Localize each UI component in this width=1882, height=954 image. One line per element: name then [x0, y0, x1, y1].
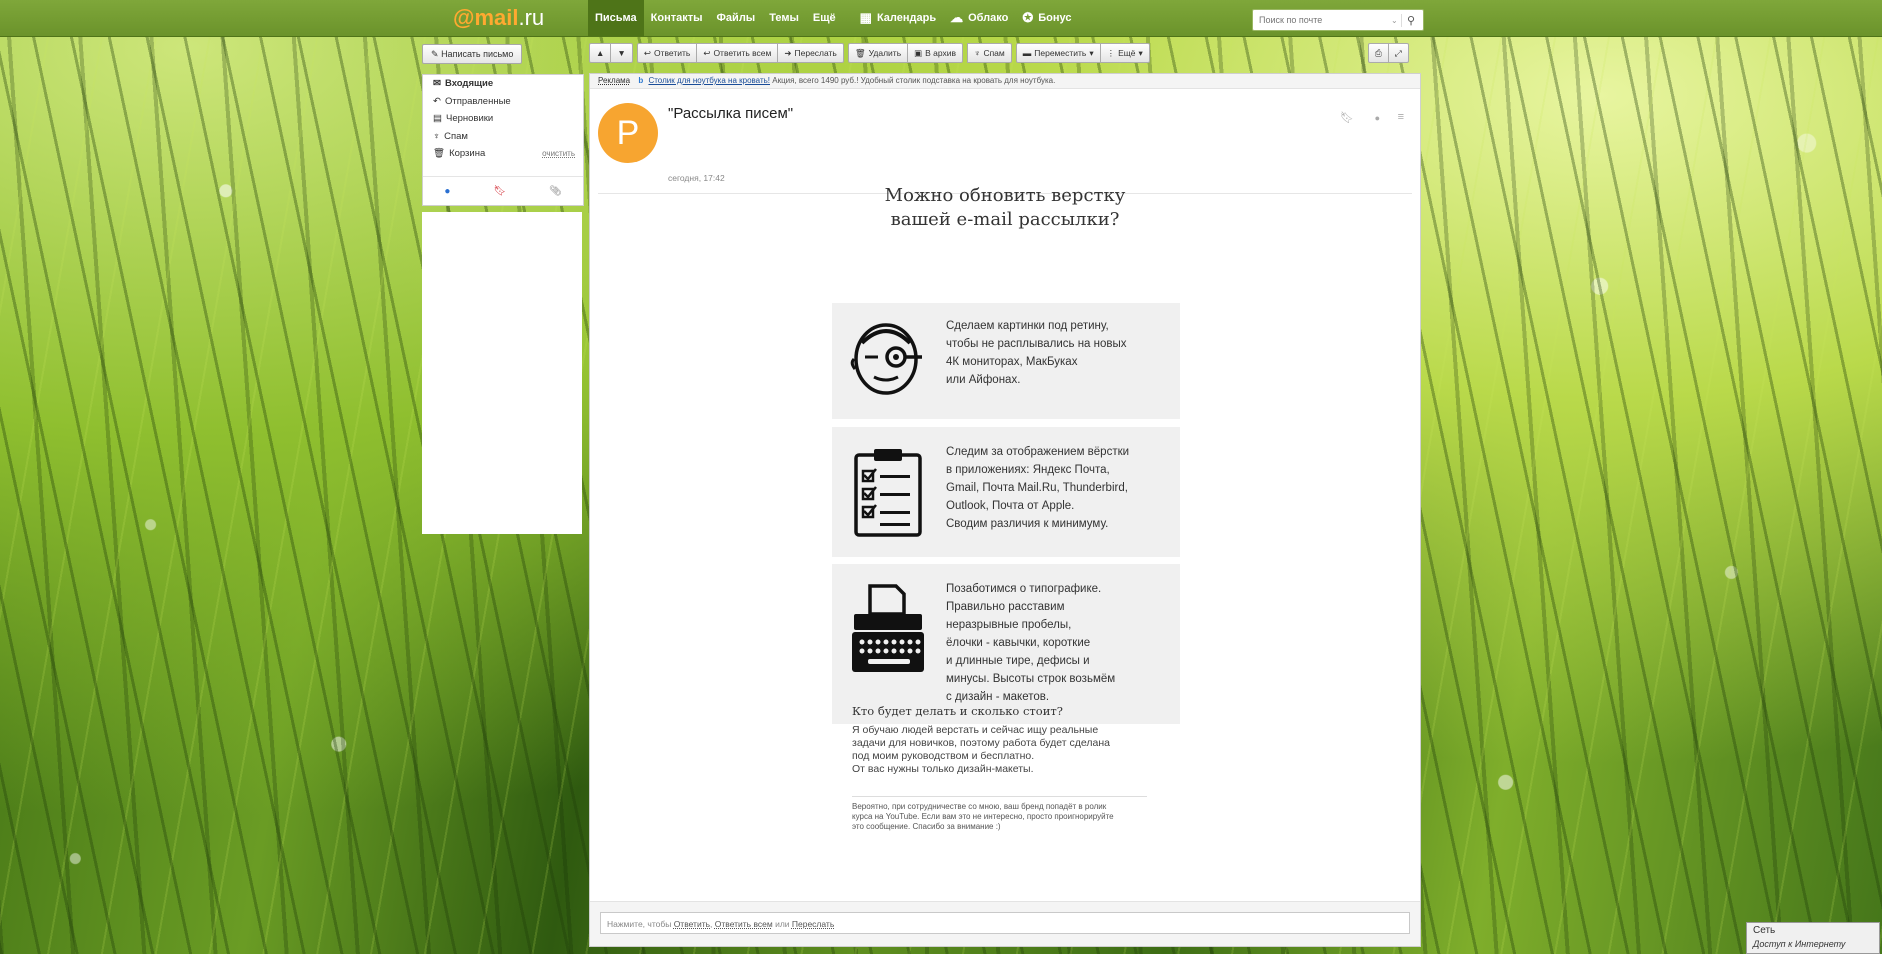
move-button[interactable]: ▬ Переместить ▾	[1015, 43, 1101, 63]
unread-filter-icon[interactable]: ●	[444, 186, 450, 197]
folder-inbox[interactable]: ✉ Входящие	[423, 75, 583, 93]
card-text-typography: Позаботимся о типографике. Правильно рас…	[946, 583, 1116, 703]
nav-contacts[interactable]: Контакты	[644, 0, 710, 36]
nav-more[interactable]: Ещё	[806, 0, 843, 36]
cloud-icon: ☁	[950, 10, 964, 25]
bonus-icon: ✪	[1022, 10, 1034, 25]
print-icon: ⎙	[1375, 48, 1382, 58]
forward-icon: ➜	[784, 48, 792, 58]
folder-filters: ● 🔖︎ 📎︎	[423, 176, 583, 205]
feature-card-retina: Сделаем картинки под ретину, чтобы не ра…	[832, 303, 1180, 419]
email-headline: Можно обновить верстку вашей e-mail расс…	[884, 185, 1126, 230]
chevron-down-icon: ▾	[1089, 48, 1094, 58]
card-text-retina: Сделаем картинки под ретину, чтобы не ра…	[946, 320, 1127, 386]
network-label: Сеть	[1753, 925, 1776, 936]
cost-question: Кто будет делать и сколько стоит?	[852, 704, 1063, 718]
inbox-icon: ✉	[433, 78, 441, 89]
message-toolbar: ▲ ▼ ↩ Ответить ↩ Ответить всем ➜ Переслать …	[589, 43, 1419, 63]
next-message-button[interactable]: ▼	[610, 43, 633, 63]
nav-mail[interactable]: Письма	[588, 0, 644, 36]
quick-forward-link[interactable]: Переслать	[792, 919, 834, 929]
trash-icon: 🗑	[433, 148, 446, 159]
sidebar-ad-banner[interactable]	[422, 212, 582, 534]
forward-button[interactable]: ➜ Переслать	[777, 43, 844, 63]
typewriter-icon	[852, 584, 924, 672]
arrow-down-icon: ▼	[617, 48, 626, 58]
feature-card-clients: Следим за отображением вёрстки в приложе…	[832, 427, 1180, 557]
reply-button[interactable]: ↩ Ответить	[636, 43, 698, 63]
spam-button[interactable]: ♆ Спам	[967, 43, 1012, 63]
chevron-down-icon: ▾	[1138, 48, 1143, 58]
nav-cloud[interactable]: ☁ Облако	[943, 0, 1015, 36]
divider	[852, 796, 1147, 797]
nav-calendar[interactable]: ▦ Календарь	[853, 0, 943, 36]
checklist-icon	[854, 449, 922, 537]
network-status: Доступ к Интернету	[1753, 939, 1846, 949]
search-options-icon[interactable]: ⌄	[1391, 16, 1401, 25]
quick-reply-link[interactable]: Ответить	[674, 919, 710, 929]
folder-icon: ▬	[1022, 48, 1032, 58]
empty-trash-link[interactable]: очистить	[542, 145, 575, 163]
message-body: Можно обновить верстку вашей e-mail расс…	[590, 74, 1420, 831]
reply-icon: ↩	[643, 48, 651, 58]
nav-files[interactable]: Файлы	[710, 0, 763, 36]
archive-button[interactable]: ▣ В архив	[907, 43, 964, 63]
winking-face-icon	[850, 323, 922, 395]
compose-button[interactable]: ✎ Написать письмо	[422, 44, 523, 64]
archive-icon: ▣	[914, 48, 923, 58]
mailru-logo[interactable]: @mail.ru	[453, 5, 544, 31]
pencil-icon: ✎	[431, 49, 439, 59]
quick-reply-input[interactable]: Нажмите, чтобы Ответить, Ответить всем и…	[600, 912, 1410, 934]
toolbar-right: ⎙ ⤢	[1368, 43, 1409, 63]
print-button[interactable]: ⎙	[1368, 43, 1389, 63]
more-icon: ⋮	[1106, 48, 1116, 58]
card-text-clients: Следим за отображением вёрстки в приложе…	[946, 446, 1130, 530]
more-button[interactable]: ⋮ Ещё ▾	[1099, 43, 1150, 63]
folder-sent[interactable]: ↶ Отправленные	[423, 93, 583, 111]
folder-drafts[interactable]: ▤ Черновики	[423, 110, 583, 128]
prev-message-button[interactable]: ▲	[589, 43, 612, 63]
flagged-filter-icon[interactable]: 🔖︎	[493, 186, 506, 197]
main-nav: Письма Контакты Файлы Темы Ещё ▦ Календар…	[588, 0, 1079, 36]
sent-icon: ↶	[433, 95, 441, 107]
top-bar: @mail.ru Письма Контакты Файлы Темы Ещё …	[0, 0, 1882, 37]
arrow-up-icon: ▲	[596, 48, 605, 58]
folder-spam[interactable]: ♆ Спам	[423, 128, 583, 146]
drafts-icon: ▤	[433, 113, 442, 124]
quick-reply-bar: Нажмите, чтобы Ответить, Ответить всем и…	[590, 901, 1420, 946]
delete-button[interactable]: 🗑︎ Удалить	[847, 43, 909, 63]
feature-card-typography: Позаботимся о типографике. Правильно рас…	[832, 564, 1180, 724]
footer-note: Вероятно, при сотрудничестве со мною, ва…	[852, 802, 1114, 831]
search-box: ⌄ ⚲	[1252, 9, 1424, 31]
network-tray-popup[interactable]: Сеть Доступ к Интернету	[1746, 922, 1880, 954]
trash-icon: 🗑︎	[854, 48, 866, 58]
nav-bonus[interactable]: ✪ Бонус	[1015, 0, 1078, 36]
spam-icon: ♆	[974, 48, 981, 58]
cost-answer: Я обучаю людей верстать и сейчас ищу реа…	[852, 724, 1110, 775]
search-icon[interactable]: ⚲	[1401, 13, 1420, 27]
nav-themes[interactable]: Темы	[762, 0, 806, 36]
reply-all-button[interactable]: ↩ Ответить всем	[696, 43, 779, 63]
folder-trash[interactable]: 🗑 Корзина очистить	[423, 145, 583, 163]
spam-icon: ♆	[433, 130, 441, 142]
reply-all-icon: ↩	[703, 48, 711, 58]
search-input[interactable]	[1253, 14, 1391, 26]
expand-icon: ⤢	[1394, 48, 1402, 58]
quick-reply-all-link[interactable]: Ответить всем	[715, 919, 773, 929]
folder-list: ✉ Входящие ↶ Отправленные ▤ Черновики ♆ Спам…	[422, 74, 584, 206]
attachment-filter-icon[interactable]: 📎︎	[549, 186, 562, 197]
fullscreen-button[interactable]: ⤢	[1387, 43, 1409, 63]
message-view: Реклама b Столик для ноутбука на кровать…	[589, 73, 1421, 947]
calendar-icon: ▦	[859, 10, 872, 25]
